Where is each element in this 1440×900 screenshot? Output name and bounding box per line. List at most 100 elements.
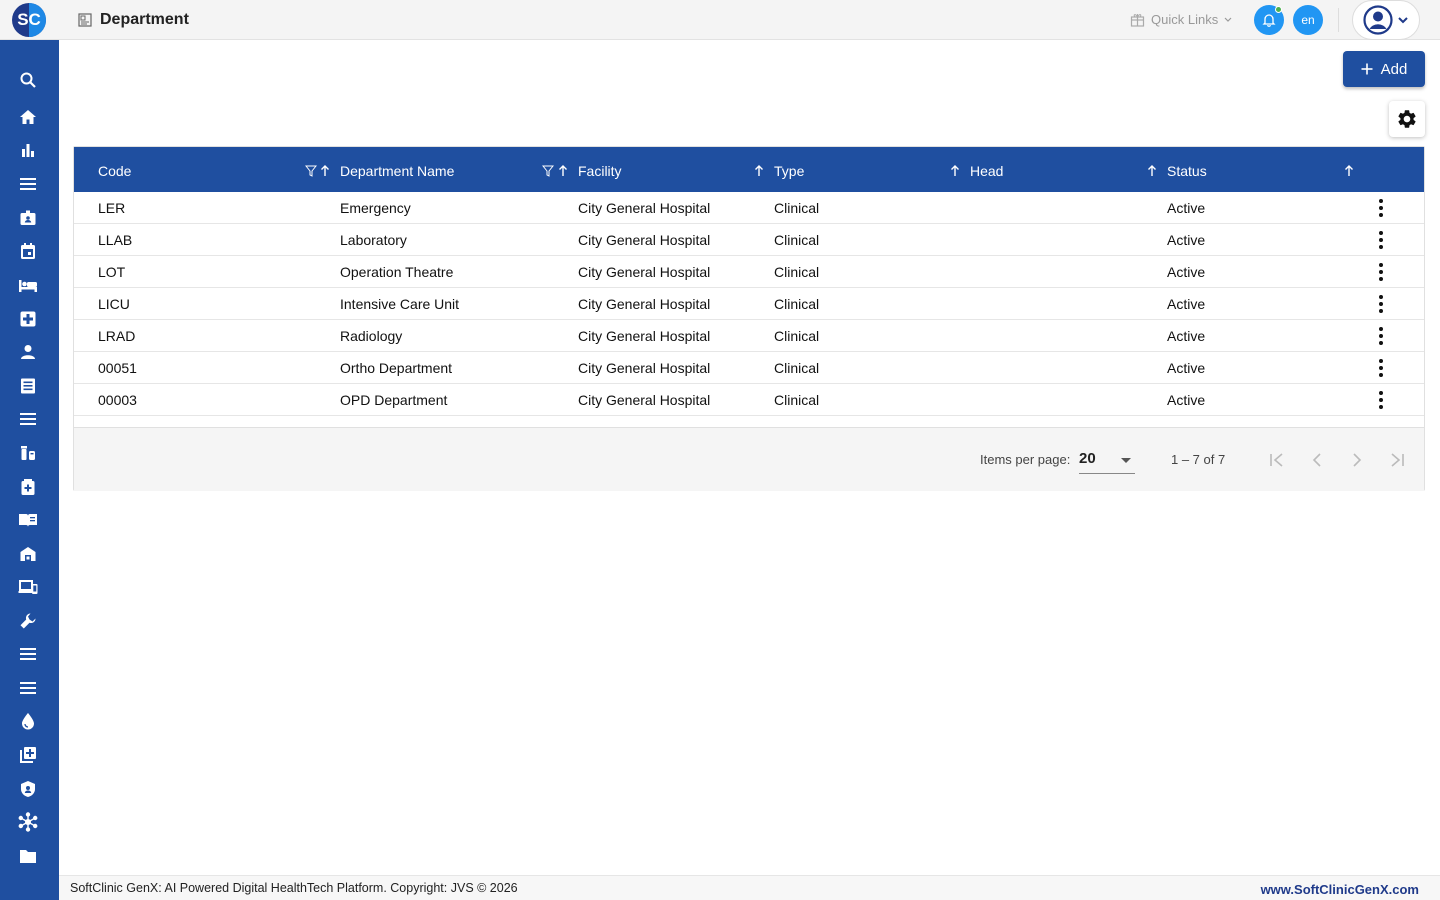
column-header-status[interactable]: Status (1167, 147, 1207, 192)
page-title: Department (100, 11, 189, 28)
column-header-code[interactable]: Code (98, 147, 131, 192)
app-logo[interactable]: SC (12, 3, 46, 37)
notifications-button[interactable] (1254, 5, 1284, 35)
language-button[interactable]: en (1293, 5, 1323, 35)
shield-icon[interactable] (17, 778, 39, 800)
hub-icon[interactable] (17, 811, 39, 833)
person-icon[interactable] (17, 341, 39, 363)
row-actions-menu-icon[interactable] (1371, 357, 1391, 379)
table-row[interactable]: LER Emergency City General Hospital Clin… (74, 192, 1424, 224)
page-icon (78, 13, 92, 27)
cell-facility: City General Hospital (578, 264, 711, 280)
cell-code: LLAB (98, 232, 133, 248)
items-per-page-label: Items per page: (980, 452, 1071, 467)
cell-type: Clinical (774, 232, 820, 248)
menu-icon[interactable] (17, 677, 39, 699)
calendar-icon[interactable] (17, 240, 39, 262)
cell-status: Active (1167, 360, 1206, 376)
table-row[interactable]: LOT Operation Theatre City General Hospi… (74, 256, 1424, 288)
cell-code: LICU (98, 296, 130, 312)
cell-type: Clinical (774, 200, 820, 216)
cell-status: Active (1167, 328, 1206, 344)
row-actions-menu-icon[interactable] (1371, 325, 1391, 347)
first-page-icon (1270, 453, 1283, 467)
bell-icon (1262, 14, 1276, 27)
medical-plus-icon[interactable] (17, 308, 39, 330)
gift-icon (1130, 13, 1145, 27)
menu-icon[interactable] (17, 408, 39, 430)
top-header: SC Department Quick Links en (0, 0, 1440, 40)
footer-website-link[interactable]: www.SoftClinicGenX.com (1261, 882, 1419, 897)
cell-department-name: Intensive Care Unit (340, 296, 460, 312)
plus-icon (1361, 63, 1373, 75)
sort-arrow-icon[interactable] (320, 164, 330, 178)
column-header-department-name[interactable]: Department Name (340, 147, 454, 192)
table-settings-button[interactable] (1389, 101, 1425, 137)
blood-drop-icon[interactable] (17, 710, 39, 732)
gear-icon (1398, 110, 1416, 128)
quick-links-menu[interactable]: Quick Links (1130, 9, 1232, 29)
row-actions-menu-icon[interactable] (1371, 293, 1391, 315)
sort-arrow-icon[interactable] (1344, 164, 1354, 178)
medicine-icon[interactable] (17, 442, 39, 464)
add-button[interactable]: Add (1343, 51, 1425, 87)
cell-status: Active (1167, 264, 1206, 280)
bed-icon[interactable] (17, 274, 39, 296)
row-actions-menu-icon[interactable] (1371, 389, 1391, 411)
search-icon[interactable] (17, 69, 39, 91)
cell-code: 00051 (98, 360, 137, 376)
cell-department-name: OPD Department (340, 392, 448, 408)
building-icon[interactable] (17, 543, 39, 565)
home-icon[interactable] (17, 106, 39, 128)
next-page-button[interactable] (1345, 448, 1369, 472)
cell-department-name: Laboratory (340, 232, 407, 248)
document-list-icon[interactable] (17, 375, 39, 397)
sidebar (0, 40, 59, 900)
filter-icon[interactable] (542, 164, 554, 178)
cell-code: LER (98, 200, 126, 216)
row-actions-menu-icon[interactable] (1371, 197, 1391, 219)
sort-arrow-icon[interactable] (1147, 164, 1157, 178)
table-row[interactable]: LICU Intensive Care Unit City General Ho… (74, 288, 1424, 320)
cell-facility: City General Hospital (578, 360, 711, 376)
devices-icon[interactable] (17, 576, 39, 598)
sort-arrow-icon[interactable] (558, 164, 568, 178)
menu-icon[interactable] (17, 173, 39, 195)
column-header-head[interactable]: Head (970, 147, 1003, 192)
folder-icon[interactable] (17, 845, 39, 867)
user-menu-button[interactable] (1352, 0, 1420, 40)
wrench-icon[interactable] (17, 610, 39, 632)
table-row[interactable]: 00051 Ortho Department City General Hosp… (74, 352, 1424, 384)
filter-icon[interactable] (305, 164, 317, 178)
book-icon[interactable] (17, 509, 39, 531)
footer: SoftClinic GenX: AI Powered Digital Heal… (59, 875, 1440, 900)
cell-status: Active (1167, 200, 1206, 216)
add-library-icon[interactable] (17, 744, 39, 766)
table-row[interactable]: 00003 OPD Department City General Hospit… (74, 384, 1424, 416)
menu-icon[interactable] (17, 643, 39, 665)
chevron-right-icon (1353, 453, 1362, 467)
cell-type: Clinical (774, 296, 820, 312)
column-header-type[interactable]: Type (774, 147, 804, 192)
table-row[interactable]: LLAB Laboratory City General Hospital Cl… (74, 224, 1424, 256)
cell-type: Clinical (774, 328, 820, 344)
cell-code: LRAD (98, 328, 136, 344)
first-page-button[interactable] (1265, 448, 1289, 472)
last-page-button[interactable] (1385, 448, 1409, 472)
chevron-down-icon (1224, 17, 1232, 22)
column-header-facility[interactable]: Facility (578, 147, 622, 192)
row-actions-menu-icon[interactable] (1371, 261, 1391, 283)
bar-chart-icon[interactable] (17, 139, 39, 161)
sort-arrow-icon[interactable] (754, 164, 764, 178)
cell-type: Clinical (774, 360, 820, 376)
chevron-left-icon (1312, 453, 1321, 467)
items-per-page-select[interactable]: 20 (1079, 446, 1135, 474)
previous-page-button[interactable] (1305, 448, 1329, 472)
badge-icon[interactable] (17, 207, 39, 229)
medical-bag-icon[interactable] (17, 476, 39, 498)
table-row[interactable]: LRAD Radiology City General Hospital Cli… (74, 320, 1424, 352)
cell-type: Clinical (774, 392, 820, 408)
row-actions-menu-icon[interactable] (1371, 229, 1391, 251)
sort-arrow-icon[interactable] (950, 164, 960, 178)
add-button-label: Add (1380, 60, 1408, 78)
